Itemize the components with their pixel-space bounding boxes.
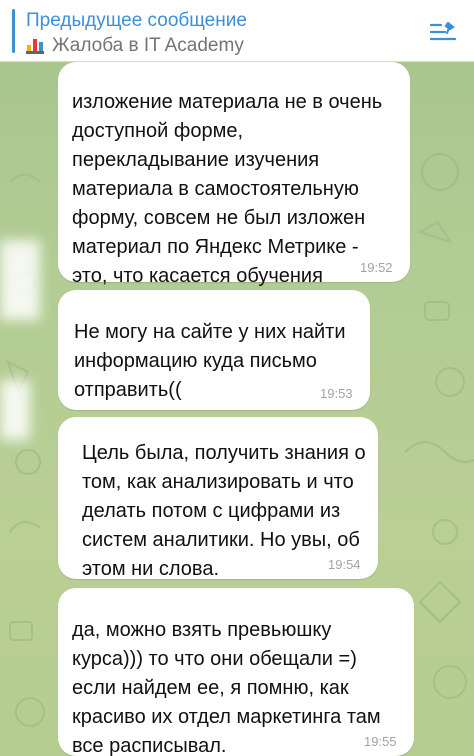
message-text: да, можно взять превьюшку курса))) то чт…	[72, 619, 381, 756]
redacted-avatar-area	[0, 380, 30, 440]
message-time: 19:55	[364, 734, 397, 749]
message-time: 19:52	[360, 260, 393, 275]
bar-chart-icon	[26, 39, 44, 54]
pinned-indicator	[12, 9, 15, 53]
message-text: изложение материала не в очень доступной…	[72, 91, 383, 287]
message-text: Цель была, получить знания о том, как ан…	[82, 442, 366, 580]
pinned-title: Предыдущее сообщение	[26, 10, 247, 31]
pinned-list-icon[interactable]	[430, 22, 456, 42]
message-time: 19:54	[328, 557, 361, 572]
pinned-message-bar[interactable]: Предыдущее сообщение Жалоба в IT Academy	[0, 0, 474, 62]
pinned-subtitle: Жалоба в IT Academy	[26, 35, 244, 57]
message-text: Не могу на сайте у них найти информацию …	[74, 321, 346, 401]
message-time: 19:53	[320, 386, 353, 401]
message-bubble[interactable]: Цель была, получить знания о том, как ан…	[58, 417, 378, 580]
message-bubble[interactable]: Не могу на сайте у них найти информацию …	[58, 290, 370, 410]
message-bubble[interactable]: изложение материала не в очень доступной…	[58, 62, 410, 287]
redacted-avatar-area	[0, 240, 40, 320]
pinned-subtitle-text: Жалоба в IT Academy	[52, 35, 244, 56]
message-bubble[interactable]: да, можно взять превьюшку курса))) то чт…	[58, 588, 414, 756]
